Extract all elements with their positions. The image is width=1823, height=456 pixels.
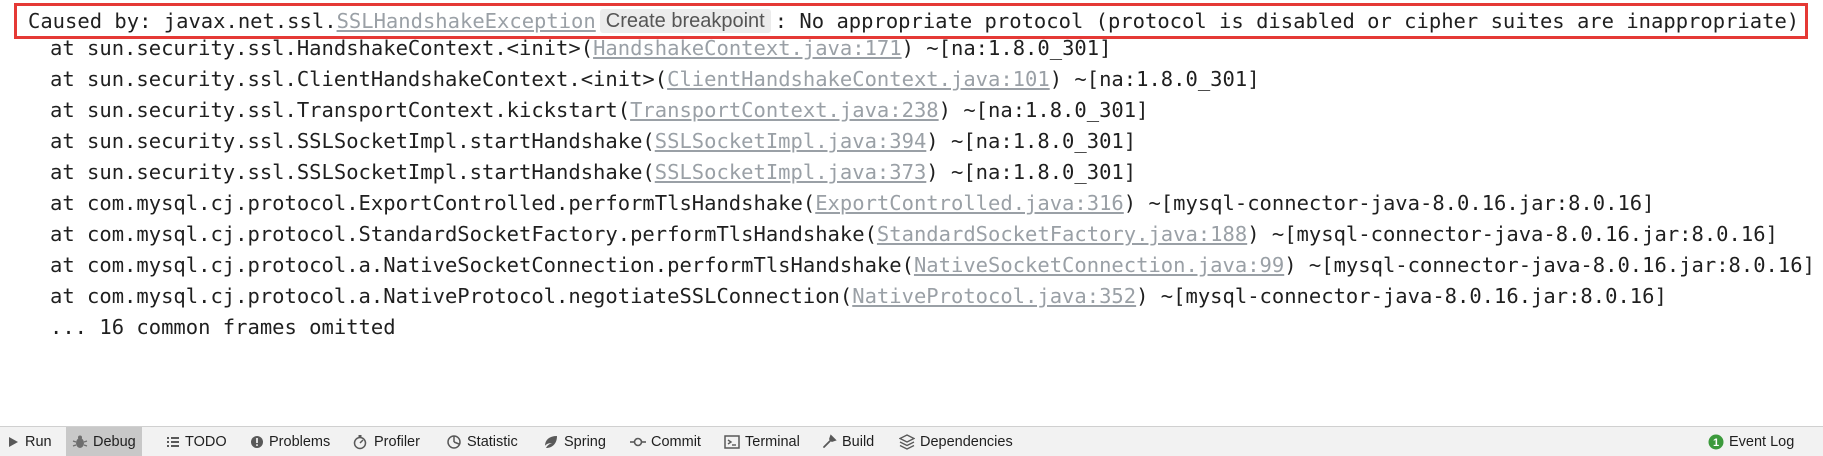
dependencies-icon [899,433,915,450]
stack-frame-method: at com.mysql.cj.protocol.a.NativeSocketC… [50,253,914,277]
run-icon [9,436,18,447]
stack-frame-jar: ) ~[na:1.8.0_301] [901,36,1112,60]
stack-frame-jar: ) ~[mysql-connector-java-8.0.16.jar:8.0.… [1247,222,1778,246]
stack-frame-source-link[interactable]: StandardSocketFactory.java:188 [877,222,1247,246]
terminal-icon [724,434,740,449]
tool-window-dependencies[interactable]: Dependencies [893,427,1019,456]
tool-window-label: Commit [651,433,701,450]
problems-icon [251,435,263,448]
tool-window-todo[interactable]: TODO [160,427,233,456]
stack-frame-method: at com.mysql.cj.protocol.ExportControlle… [50,191,816,215]
stack-frame-jar: ) ~[na:1.8.0_301] [926,129,1137,153]
stack-frame-method: at sun.security.ssl.TransportContext.kic… [50,98,631,122]
stack-frame-source-link[interactable]: SSLSocketImpl.java:373 [655,160,927,184]
stack-frame-method: at sun.security.ssl.HandshakeContext.<in… [50,36,594,60]
stack-frame-method: at sun.security.ssl.SSLSocketImpl.startH… [50,160,655,184]
tool-window-label: Debug [93,433,136,450]
stack-frame-method: at sun.security.ssl.SSLSocketImpl.startH… [50,129,655,153]
stack-frame-method: at sun.security.ssl.ClientHandshakeConte… [50,67,668,91]
tool-window-run[interactable]: Run [0,427,58,456]
stack-frame-jar: ) ~[mysql-connector-java-8.0.16.jar:8.0.… [1136,284,1667,308]
tool-window-label: Event Log [1729,433,1795,450]
tool-window-event-log[interactable]: 1 Event Log [1702,427,1800,456]
stack-frame-source-link[interactable]: TransportContext.java:238 [630,98,939,122]
ide-window: Caused by: javax.net.ssl.SSLHandshakeExc… [0,0,1823,456]
tool-window-bar: Run Debug TODO Problems Profiler Statist… [0,426,1823,456]
tool-window-label: Spring [564,433,606,450]
stack-frame-method: at com.mysql.cj.protocol.a.NativeProtoco… [50,284,853,308]
stack-frame-source-link[interactable]: ClientHandshakeContext.java:101 [667,67,1050,91]
tool-window-label: Dependencies [920,433,1013,450]
debug-icon [72,435,88,448]
tool-window-label: Problems [269,433,331,450]
profiler-icon [353,434,367,449]
stack-frame-source-link[interactable]: NativeProtocol.java:352 [852,284,1136,308]
tool-window-label: Terminal [745,433,800,450]
event-log-badge-count: 1 [1713,437,1719,449]
tool-window-debug[interactable]: Debug [66,427,142,456]
tool-window-profiler[interactable]: Profiler [347,427,426,456]
stack-frame-jar: ) ~[mysql-connector-java-8.0.16.jar:8.0.… [1284,253,1815,277]
tool-window-label: Build [842,433,875,450]
tool-window-problems[interactable]: Problems [244,427,336,456]
stack-frame-jar: ) ~[na:1.8.0_301] [926,160,1137,184]
stack-frame-method: at com.mysql.cj.protocol.StandardSocketF… [50,222,877,246]
todo-icon [167,436,179,447]
stack-frame-source-link[interactable]: HandshakeContext.java:171 [593,36,902,60]
stack-frame-jar: ) ~[na:1.8.0_301] [938,98,1149,122]
tool-window-commit[interactable]: Commit [624,427,707,456]
stack-frame-source-link[interactable]: SSLSocketImpl.java:394 [655,129,927,153]
commit-icon [630,437,646,446]
stack-frame-source-link[interactable]: NativeSocketConnection.java:99 [914,253,1284,277]
tool-window-build[interactable]: Build [815,427,880,456]
tool-window-label: Statistic [467,433,518,450]
tool-window-label: Run [25,433,52,450]
spring-icon [545,435,557,448]
tool-window-terminal[interactable]: Terminal [718,427,806,456]
omitted-frames-line: ... 16 common frames omitted [50,315,396,339]
stack-frame-jar: ) ~[na:1.8.0_301] [1049,67,1260,91]
build-icon [823,433,837,448]
tool-window-spring[interactable]: Spring [537,427,612,456]
tool-window-label: TODO [185,433,227,450]
event-log-icon: 1 [1708,434,1724,449]
debug-console-output[interactable]: Caused by: javax.net.ssl.SSLHandshakeExc… [0,0,1823,426]
statistic-icon [447,434,461,449]
tool-window-statistic[interactable]: Statistic [440,427,524,456]
tool-window-label: Profiler [374,433,420,450]
stack-frame-jar: ) ~[mysql-connector-java-8.0.16.jar:8.0.… [1123,191,1655,215]
stack-frame-source-link[interactable]: ExportControlled.java:316 [815,191,1124,215]
